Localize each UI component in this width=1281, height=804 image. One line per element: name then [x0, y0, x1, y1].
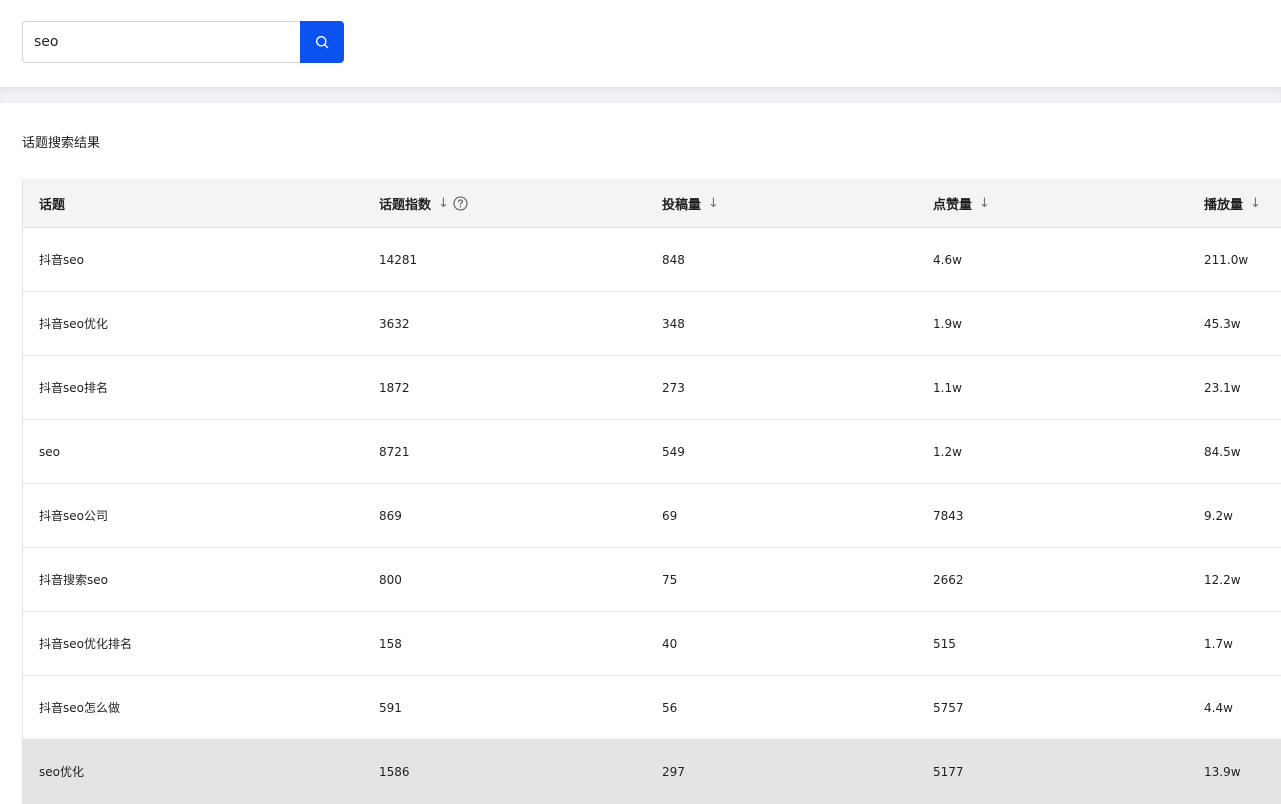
sort-arrow-icon[interactable]: ↓: [979, 196, 990, 211]
table-row[interactable]: 抖音seo排名 1872 273 1.1w 23.1w: [23, 356, 1281, 420]
column-header-posts[interactable]: 投稿量 ↓: [662, 179, 719, 227]
cell-plays: 84.5w: [1204, 444, 1241, 459]
question-circle-icon[interactable]: [453, 195, 468, 211]
cell-index: 158: [379, 636, 402, 651]
cell-posts: 848: [662, 252, 685, 267]
cell-topic: 抖音seo公司: [39, 509, 108, 523]
column-header-topic: 话题: [39, 179, 65, 227]
table-row[interactable]: seo 8721 549 1.2w 84.5w: [23, 420, 1281, 484]
cell-index: 1872: [379, 380, 410, 395]
cell-posts: 40: [662, 636, 678, 651]
search-bar: [0, 0, 1281, 87]
table-row[interactable]: 抖音seo优化排名 158 40 515 1.7w: [23, 612, 1281, 676]
cell-likes: 5177: [933, 764, 964, 779]
table-row[interactable]: 抖音seo 14281 848 4.6w 211.0w: [23, 228, 1281, 292]
cell-posts: 348: [662, 316, 685, 331]
cell-index: 14281: [379, 252, 418, 267]
column-header-likes[interactable]: 点赞量 ↓: [933, 179, 990, 227]
cell-likes: 4.6w: [933, 252, 962, 267]
cell-index: 3632: [379, 316, 410, 331]
column-header-plays-label: 播放量: [1204, 197, 1244, 213]
sort-arrow-icon[interactable]: ↓: [708, 196, 719, 211]
topic-results-table: 话题 话题指数 ↓ 投稿量 ↓ 点赞量 ↓ 播放量 ↓ 抖音seo 14281 …: [22, 179, 1281, 804]
cell-index: 1586: [379, 764, 410, 779]
cell-topic: 抖音seo: [39, 253, 84, 267]
cell-topic: 抖音seo优化排名: [39, 637, 132, 651]
cell-plays: 45.3w: [1204, 316, 1241, 331]
cell-posts: 297: [662, 764, 685, 779]
column-header-posts-label: 投稿量: [662, 197, 702, 213]
cell-index: 8721: [379, 444, 410, 459]
section-divider: [0, 87, 1281, 103]
cell-posts: 69: [662, 508, 678, 523]
cell-topic: 抖音seo优化: [39, 317, 108, 331]
search-input[interactable]: [22, 21, 301, 63]
cell-topic: seo优化: [39, 765, 84, 779]
section-title: 话题搜索结果: [22, 136, 101, 151]
cell-topic: seo: [39, 444, 60, 459]
cell-topic: 抖音搜索seo: [39, 573, 108, 587]
cell-index: 591: [379, 700, 402, 715]
table-row[interactable]: 抖音搜索seo 800 75 2662 12.2w: [23, 548, 1281, 612]
cell-topic: 抖音seo排名: [39, 381, 108, 395]
column-header-index[interactable]: 话题指数 ↓: [379, 179, 468, 227]
table-row[interactable]: 抖音seo优化 3632 348 1.9w 45.3w: [23, 292, 1281, 356]
cell-posts: 75: [662, 572, 678, 587]
cell-likes: 1.9w: [933, 316, 962, 331]
column-header-likes-label: 点赞量: [933, 197, 973, 213]
column-header-topic-label: 话题: [39, 197, 66, 213]
sort-arrow-icon[interactable]: ↓: [1250, 196, 1261, 211]
cell-plays: 23.1w: [1204, 380, 1241, 395]
cell-likes: 515: [933, 636, 956, 651]
search-button[interactable]: [300, 21, 344, 63]
cell-posts: 273: [662, 380, 685, 395]
cell-plays: 9.2w: [1204, 508, 1233, 523]
cell-index: 869: [379, 508, 402, 523]
cell-likes: 1.2w: [933, 444, 962, 459]
cell-topic: 抖音seo怎么做: [39, 701, 120, 715]
cell-likes: 1.1w: [933, 380, 962, 395]
column-header-index-label: 话题指数: [379, 197, 432, 213]
cell-likes: 2662: [933, 572, 964, 587]
cell-plays: 12.2w: [1204, 572, 1241, 587]
cell-plays: 4.4w: [1204, 700, 1233, 715]
column-header-plays[interactable]: 播放量 ↓: [1204, 179, 1261, 227]
table-header: 话题 话题指数 ↓ 投稿量 ↓ 点赞量 ↓ 播放量 ↓: [23, 179, 1281, 228]
table-row[interactable]: 抖音seo公司 869 69 7843 9.2w: [23, 484, 1281, 548]
sort-arrow-icon[interactable]: ↓: [438, 196, 449, 211]
cell-plays: 1.7w: [1204, 636, 1233, 651]
cell-likes: 7843: [933, 508, 964, 523]
cell-likes: 5757: [933, 700, 964, 715]
cell-plays: 13.9w: [1204, 764, 1241, 779]
cell-plays: 211.0w: [1204, 252, 1249, 267]
cell-index: 800: [379, 572, 402, 587]
cell-posts: 56: [662, 700, 678, 715]
cell-posts: 549: [662, 444, 685, 459]
table-row[interactable]: seo优化 1586 297 5177 13.9w: [23, 740, 1281, 804]
search-icon: [315, 35, 329, 49]
table-row[interactable]: 抖音seo怎么做 591 56 5757 4.4w: [23, 676, 1281, 740]
